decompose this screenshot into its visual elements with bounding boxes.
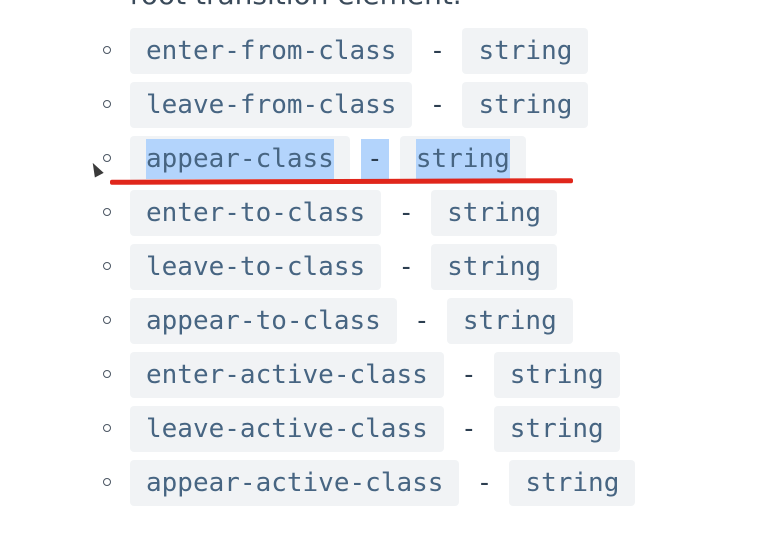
prop-type-code: string: [431, 244, 558, 290]
separator: -: [429, 90, 446, 120]
prop-name-code[interactable]: appear-class: [130, 136, 350, 182]
separator: -: [398, 198, 414, 228]
prop-name-code: appear-active-class: [130, 460, 460, 506]
selected-type-text[interactable]: string: [415, 139, 510, 179]
prop-row: appear-to-class - string: [130, 298, 573, 344]
bullet-icon: [103, 370, 111, 378]
prop-row: leave-to-class - string: [130, 244, 558, 290]
separator: -: [398, 252, 414, 282]
transition-class-props-list: enter-from-class - string leave-from-cla…: [0, 28, 782, 514]
bullet-icon: [103, 154, 111, 162]
prop-row: leave-from-class - string: [130, 82, 589, 128]
prop-row[interactable]: appear-class - string: [130, 136, 526, 182]
prop-type-code: string: [509, 460, 636, 506]
prop-row: appear-active-class - string: [130, 460, 636, 506]
paragraph-fragment: root transition element.: [130, 0, 462, 11]
bullet-icon: [103, 208, 111, 216]
prop-type-code: string: [446, 298, 573, 344]
list-item: leave-to-class - string: [0, 244, 782, 298]
prop-name-code: leave-from-class: [130, 82, 413, 128]
prop-type-code: string: [462, 28, 589, 74]
list-item: leave-from-class - string: [0, 82, 782, 136]
separator: -: [476, 468, 493, 498]
bullet-icon: [103, 424, 111, 432]
prop-type-code: string: [493, 406, 620, 452]
bullet-icon: [103, 100, 111, 108]
prop-row: leave-active-class - string: [130, 406, 620, 452]
bullet-icon: [103, 316, 111, 324]
list-item: appear-to-class - string: [0, 298, 782, 352]
prop-row: enter-to-class - string: [130, 190, 558, 236]
separator: -: [460, 414, 477, 444]
prop-name-code: appear-to-class: [130, 298, 397, 344]
list-item: leave-active-class - string: [0, 406, 782, 460]
prop-name-code: enter-to-class: [130, 190, 382, 236]
prop-name-code: enter-active-class: [130, 352, 444, 398]
selected-text[interactable]: appear-class: [146, 139, 334, 179]
separator[interactable]: -: [350, 139, 400, 179]
list-item: enter-to-class - string: [0, 190, 782, 244]
bullet-icon: [103, 262, 111, 270]
separator: -: [413, 306, 430, 336]
prop-type-code: string: [462, 82, 589, 128]
prop-type-code: string: [431, 190, 558, 236]
separator: -: [429, 36, 446, 66]
prop-type-code: string: [493, 352, 620, 398]
list-item: enter-active-class - string: [0, 352, 782, 406]
prop-row: enter-active-class - string: [130, 352, 620, 398]
prop-type-code[interactable]: string: [399, 136, 526, 182]
separator: -: [460, 360, 477, 390]
prop-row: enter-from-class - string: [130, 28, 589, 74]
prop-name-code: enter-from-class: [130, 28, 413, 74]
bullet-icon: [103, 46, 111, 54]
bullet-icon: [103, 478, 111, 486]
prop-name-code: leave-to-class: [130, 244, 382, 290]
list-item: appear-active-class - string: [0, 460, 782, 514]
selected-separator[interactable]: -: [361, 139, 389, 179]
list-item: enter-from-class - string: [0, 28, 782, 82]
prop-name-code: leave-active-class: [130, 406, 444, 452]
